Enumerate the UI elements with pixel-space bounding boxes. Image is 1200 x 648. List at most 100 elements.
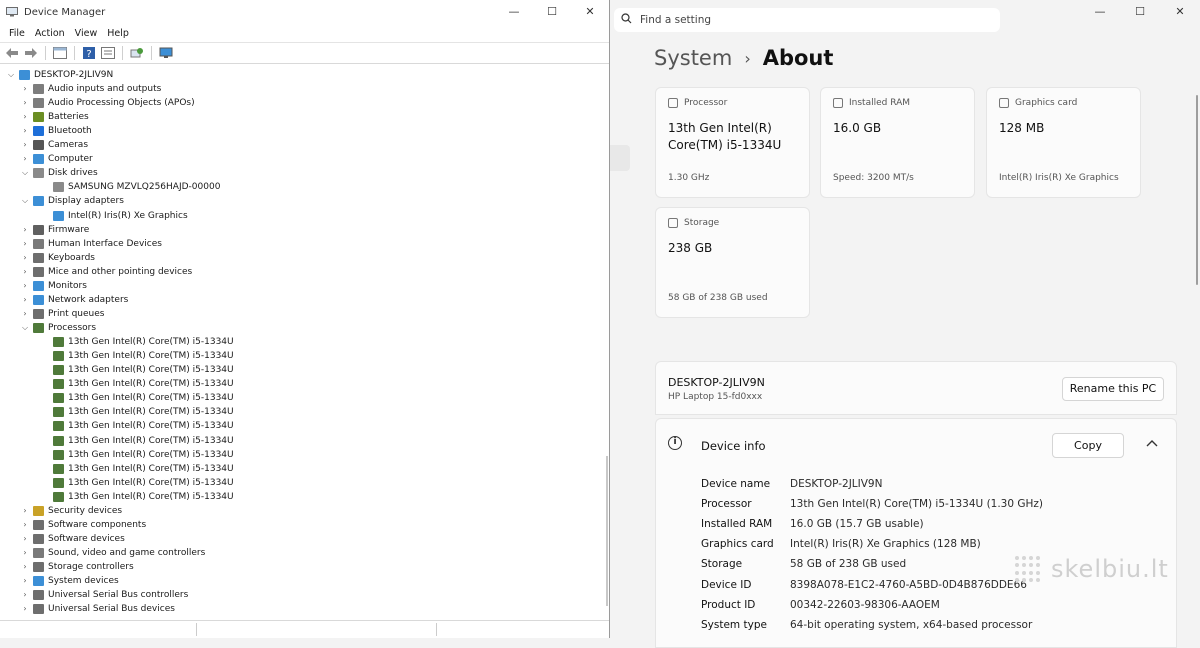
tree-category-item[interactable]: › Human Interface Devices [20,237,162,251]
chevron-right-icon[interactable]: › [20,546,30,560]
chevron-right-icon[interactable]: › [20,518,30,532]
tree-category-item[interactable]: › Monitors [20,279,87,293]
chevron-right-icon[interactable]: › [20,279,30,293]
tree-category-item[interactable]: › Bluetooth [20,124,92,138]
forward-arrow-icon[interactable] [23,46,39,60]
chevron-down-icon[interactable]: ⌵ [20,194,30,208]
tree-item-label: Software components [48,519,147,530]
minimize-button[interactable]: — [1080,0,1120,26]
tree-device-item[interactable]: 13th Gen Intel(R) Core(TM) i5-1334U [40,363,234,377]
tree-category-item[interactable]: ⌵ Display adapters [20,194,124,208]
tree-device-item[interactable]: 13th Gen Intel(R) Core(TM) i5-1334U [40,335,234,349]
close-button[interactable]: ✕ [1160,0,1200,26]
tree-category-item[interactable]: › Computer [20,152,93,166]
tree-category-item[interactable]: › Sound, video and game controllers [20,546,205,560]
tree-device-item[interactable]: 13th Gen Intel(R) Core(TM) i5-1334U [40,419,234,433]
tree-category-item[interactable]: › Cameras [20,138,88,152]
help-icon[interactable]: ? [81,46,97,60]
monitor-icon[interactable] [158,46,174,60]
tree-device-item[interactable]: 13th Gen Intel(R) Core(TM) i5-1334U [40,448,234,462]
rename-pc-button[interactable]: Rename this PC [1062,377,1164,401]
chevron-up-icon[interactable] [1146,437,1158,450]
tree-category-item[interactable]: › Universal Serial Bus controllers [20,588,188,602]
properties-grid-icon[interactable] [52,46,68,60]
view-details-icon[interactable] [100,46,116,60]
tree-category-item[interactable]: › Audio Processing Objects (APOs) [20,96,195,110]
tree-category-item[interactable]: › Storage controllers [20,560,134,574]
tree-device-item[interactable]: 13th Gen Intel(R) Core(TM) i5-1334U [40,377,234,391]
copy-button[interactable]: Copy [1052,433,1124,458]
chevron-right-icon[interactable]: › [20,574,30,588]
chevron-right-icon[interactable]: › [20,223,30,237]
tree-device-item[interactable]: 13th Gen Intel(R) Core(TM) i5-1334U [40,490,234,504]
chevron-right-icon[interactable]: › [20,532,30,546]
tree-category-item[interactable]: › Batteries [20,110,89,124]
settings-scrollbar[interactable] [1196,95,1198,285]
device-category-icon [33,576,44,587]
chevron-right-icon[interactable]: › [20,110,30,124]
tree-category-item[interactable]: › Software components [20,518,146,532]
chevron-right-icon[interactable]: › [20,237,30,251]
tree-device-item[interactable]: Intel(R) Iris(R) Xe Graphics [40,209,188,223]
tree-category-item[interactable]: › Security devices [20,504,122,518]
tree-device-item[interactable]: SAMSUNG MZVLQ256HAJD-00000 [40,180,220,194]
search-input[interactable]: Find a setting [614,8,1000,32]
tree-category-item[interactable]: › Universal Serial Bus devices [20,602,175,616]
chevron-down-icon[interactable]: ⌵ [20,166,30,180]
search-icon [618,13,634,27]
minimize-button[interactable]: — [495,0,533,24]
tree-category-item[interactable]: › Network adapters [20,293,128,307]
close-button[interactable]: ✕ [571,0,609,24]
tree-category-item[interactable]: › Keyboards [20,251,95,265]
chevron-right-icon[interactable]: › [20,504,30,518]
chevron-right-icon[interactable]: › [20,560,30,574]
tree-category-item[interactable]: › Audio inputs and outputs [20,82,161,96]
tree-category-item[interactable]: › System devices [20,574,119,588]
chevron-right-icon[interactable]: › [20,138,30,152]
tree-device-item[interactable]: 13th Gen Intel(R) Core(TM) i5-1334U [40,462,234,476]
chevron-right-icon[interactable]: › [20,588,30,602]
tree-category-item[interactable]: › Firmware [20,223,89,237]
device-category-icon [33,84,44,94]
chevron-down-icon[interactable]: ⌵ [20,321,30,335]
maximize-button[interactable]: ☐ [1120,0,1160,26]
device-tree[interactable]: ⌵ DESKTOP-2JLIV9N › Audio inputs and outp… [0,66,608,620]
nav-selection-indicator[interactable] [610,145,630,171]
chevron-right-icon[interactable]: › [20,82,30,96]
chevron-right-icon[interactable]: › [20,251,30,265]
tree-device-item[interactable]: 13th Gen Intel(R) Core(TM) i5-1334U [40,349,234,363]
chevron-right-icon[interactable]: › [20,152,30,166]
chevron-right-icon[interactable]: › [20,124,30,138]
chevron-right-icon[interactable]: › [20,307,30,321]
chevron-right-icon[interactable]: › [20,96,30,110]
spec-key: Storage [701,558,743,571]
chevron-right-icon[interactable]: › [20,602,30,616]
tree-category-item[interactable]: ⌵ Processors [20,321,96,335]
tree-item-label: Print queues [48,308,105,319]
tree-category-item[interactable]: › Print queues [20,307,104,321]
chevron-right-icon[interactable]: › [20,265,30,279]
tree-root[interactable]: ⌵ DESKTOP-2JLIV9N [6,68,113,82]
scan-hardware-icon[interactable] [129,46,145,60]
menu-help[interactable]: Help [102,28,134,39]
maximize-button[interactable]: ☐ [533,0,571,24]
tree-device-item[interactable]: 13th Gen Intel(R) Core(TM) i5-1334U [40,405,234,419]
tree-device-item[interactable]: 13th Gen Intel(R) Core(TM) i5-1334U [40,434,234,448]
tree-device-item[interactable]: 13th Gen Intel(R) Core(TM) i5-1334U [40,391,234,405]
tree-category-item[interactable]: › Mice and other pointing devices [20,265,192,279]
breadcrumb-system[interactable]: System [654,46,732,70]
menu-file[interactable]: File [4,28,30,39]
device-manager-app-icon [6,7,18,17]
tree-item-label: 13th Gen Intel(R) Core(TM) i5-1334U [68,351,234,362]
tree-category-item[interactable]: › Software devices [20,532,125,546]
chevron-right-icon[interactable]: › [20,293,30,307]
menu-action[interactable]: Action [30,28,70,39]
tree-category-item[interactable]: ⌵ Disk drives [20,166,98,180]
menu-view[interactable]: View [70,28,103,39]
back-arrow-icon[interactable] [4,46,20,60]
dm-scrollbar[interactable] [606,456,608,606]
tree-device-item[interactable]: 13th Gen Intel(R) Core(TM) i5-1334U [40,476,234,490]
ram-card: Installed RAM 16.0 GB Speed: 3200 MT/s [820,87,975,198]
chevron-down-icon[interactable]: ⌵ [6,68,16,82]
breadcrumb: System › About [654,46,833,70]
